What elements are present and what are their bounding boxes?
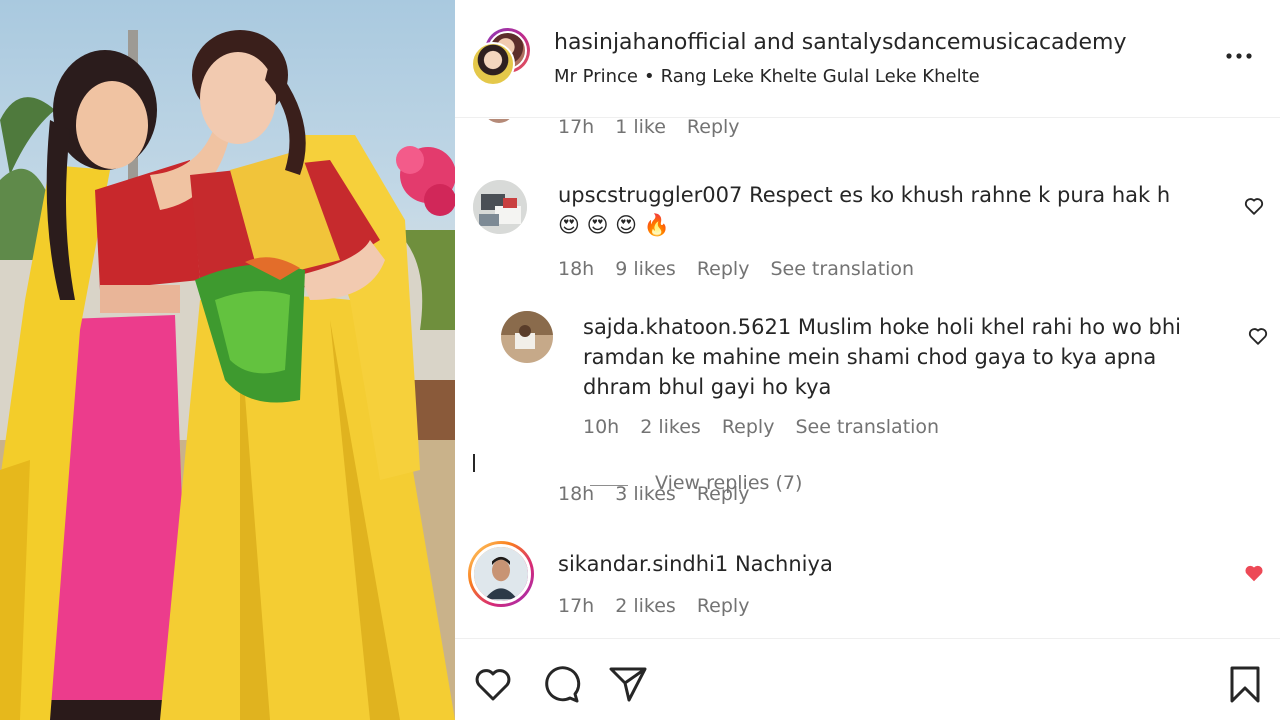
comment-time: 10h (583, 416, 620, 438)
avatar[interactable] (501, 311, 553, 363)
send-icon (609, 667, 647, 702)
audio-info[interactable]: Mr Prince • Rang Leke Khelte Gulal Leke Kh… (554, 66, 980, 87)
audio-artist[interactable]: Mr Prince (554, 66, 638, 87)
photo-illustration (0, 30, 455, 720)
post-header: hasinjahanofficial and santalysdancemusi… (455, 0, 1280, 118)
comment-text: Respect es ko khush rahne k pura hak h (749, 183, 1171, 207)
more-horizontal-icon (1226, 53, 1252, 59)
comment-time: 17h (558, 595, 595, 617)
comment-button[interactable] (541, 664, 581, 704)
comment-time: 18h (558, 258, 595, 280)
comment-likes[interactable]: 2 likes (640, 416, 701, 438)
like-comment-button[interactable] (1243, 562, 1265, 584)
comment-username[interactable]: sajda.khatoon.5621 (583, 315, 791, 339)
see-translation-button[interactable]: See translation (770, 258, 914, 280)
divider (473, 454, 475, 472)
reply-button[interactable]: Reply (697, 483, 750, 505)
comment-username[interactable]: upscstruggler007 (558, 183, 742, 207)
post-panel: hasinjahanofficial and santalysdancemusi… (455, 0, 1280, 720)
comment-likes[interactable]: 3 likes (615, 483, 676, 505)
comment-body: sikandar.sindhi1 Nachniya (558, 549, 1198, 579)
comment-icon (545, 666, 581, 703)
avatar-image (473, 180, 527, 234)
post-usernames[interactable]: hasinjahanofficial and santalysdancemusi… (554, 30, 1126, 55)
comment-meta: 10h 2 likes Reply See translation (583, 416, 939, 438)
reply-button[interactable]: Reply (722, 416, 775, 438)
comment-time: 17h (558, 119, 595, 138)
comment-username[interactable]: sikandar.sindhi1 (558, 552, 728, 576)
comment-meta: 17h 1 like Reply (558, 119, 740, 138)
comment-meta: 18h 3 likes Reply (558, 483, 749, 505)
heart-outline-icon (1244, 198, 1264, 215)
heart-icon (475, 669, 511, 701)
like-comment-button[interactable] (1243, 195, 1265, 217)
comment-meta: 18h 9 likes Reply See translation (558, 258, 914, 280)
heart-filled-icon (1245, 565, 1263, 582)
post-action-bar (455, 640, 1280, 720)
avatar[interactable] (483, 119, 515, 123)
avatar[interactable] (473, 180, 527, 234)
reply-body: sajda.khatoon.5621 Muslim hoke holi khel… (583, 312, 1213, 402)
separator: • (643, 66, 655, 87)
collab-avatars[interactable] (471, 28, 531, 88)
comment-likes[interactable]: 1 like (615, 119, 666, 138)
see-translation-button[interactable]: See translation (795, 416, 939, 438)
post-photo (0, 0, 455, 720)
avatar-collab-1[interactable] (471, 42, 515, 86)
more-options-button[interactable] (1224, 44, 1254, 68)
share-button[interactable] (608, 664, 648, 704)
divider (455, 638, 1280, 639)
comment-likes[interactable]: 2 likes (615, 595, 676, 617)
avatar-image (501, 311, 553, 363)
save-button[interactable] (1225, 664, 1265, 704)
heart-outline-icon (1248, 328, 1268, 345)
reply-button[interactable]: Reply (697, 258, 750, 280)
comments-list[interactable]: 17h 1 like Reply upscstruggler007 Respec… (455, 119, 1280, 638)
comment-emojis: 😍 😍 😍 🔥 (558, 213, 670, 237)
comment-likes[interactable]: 9 likes (615, 258, 676, 280)
avatar-image (471, 544, 531, 604)
like-comment-button[interactable] (1247, 325, 1269, 347)
comment-time: 18h (558, 483, 595, 505)
like-button[interactable] (473, 664, 513, 704)
bookmark-icon (1230, 666, 1260, 703)
reply-button[interactable]: Reply (697, 595, 750, 617)
avatar[interactable] (468, 541, 534, 607)
audio-title[interactable]: Rang Leke Khelte Gulal Leke Khelte (661, 66, 980, 87)
reply-button[interactable]: Reply (687, 119, 740, 138)
comment-text: Nachniya (734, 552, 833, 576)
comment-meta: 17h 2 likes Reply (558, 595, 749, 617)
comment-body: upscstruggler007 Respect es ko khush rah… (558, 180, 1198, 240)
